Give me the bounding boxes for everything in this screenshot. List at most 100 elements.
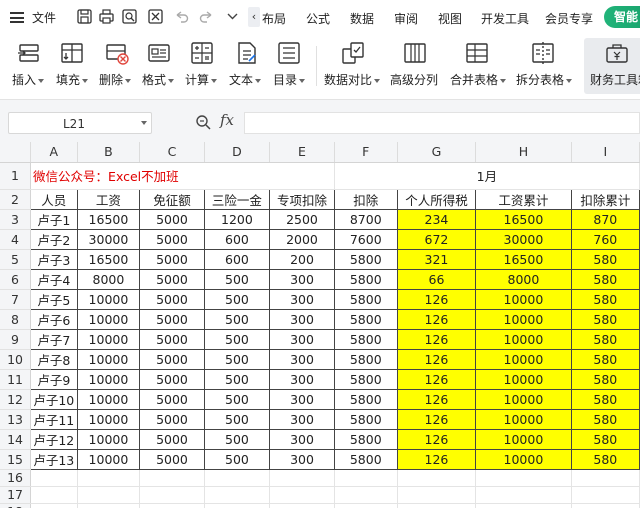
table-cell[interactable]: 5000 (139, 268, 205, 290)
table-cell[interactable]: 300 (269, 348, 335, 370)
table-cell[interactable]: 580 (570, 368, 640, 390)
row-header[interactable]: 12 (0, 389, 32, 410)
header-cell[interactable]: 工资累计 (475, 188, 572, 210)
month-label-cell[interactable]: 1月 (334, 162, 640, 190)
table-cell[interactable]: 5000 (139, 248, 205, 270)
header-cell[interactable]: 扣除 (333, 188, 398, 210)
undo-icon[interactable] (173, 8, 190, 25)
table-cell[interactable]: 卢子1 (30, 208, 78, 230)
row-header[interactable]: 13 (0, 409, 32, 430)
empty-cell[interactable] (30, 486, 78, 504)
table-cell[interactable]: 5800 (333, 448, 398, 470)
row-header[interactable]: 9 (0, 329, 32, 350)
table-cell[interactable]: 10000 (475, 408, 572, 430)
table-cell[interactable]: 卢子11 (30, 408, 78, 430)
data-compare-button[interactable]: 数据对比 (324, 38, 382, 88)
table-cell[interactable]: 500 (203, 348, 271, 370)
delete-button[interactable]: 删除 (98, 38, 138, 88)
table-cell[interactable]: 500 (203, 388, 271, 410)
empty-cell[interactable] (139, 486, 205, 504)
table-cell[interactable]: 200 (269, 248, 335, 270)
table-cell[interactable]: 卢子5 (30, 288, 78, 310)
tab-formula[interactable]: 公式 (306, 10, 350, 27)
empty-cell[interactable] (139, 469, 205, 487)
table-cell[interactable]: 600 (203, 228, 271, 250)
table-cell[interactable]: 5800 (333, 428, 398, 450)
table-cell[interactable]: 卢子9 (30, 368, 78, 390)
empty-cell[interactable] (30, 469, 78, 487)
row-header[interactable]: 15 (0, 449, 32, 470)
table-cell[interactable]: 卢子8 (30, 348, 78, 370)
table-cell[interactable]: 10000 (475, 288, 572, 310)
tabs-scroll-left-icon[interactable]: ‹ (248, 7, 260, 27)
smart-button[interactable]: 智能 (604, 6, 640, 28)
empty-cell[interactable] (571, 503, 640, 508)
column-header-c[interactable]: C (139, 142, 205, 163)
table-cell[interactable]: 580 (570, 328, 640, 350)
header-cell[interactable]: 人员 (30, 188, 78, 210)
table-cell[interactable]: 5000 (139, 208, 205, 230)
table-cell[interactable]: 10000 (475, 308, 572, 330)
table-cell[interactable]: 672 (396, 228, 477, 250)
table-cell[interactable]: 5800 (333, 348, 398, 370)
table-cell[interactable]: 卢子10 (30, 388, 78, 410)
row-header[interactable]: 18 (0, 503, 32, 508)
table-cell[interactable]: 580 (570, 268, 640, 290)
save-icon[interactable] (76, 8, 93, 25)
row-header[interactable]: 2 (0, 189, 32, 210)
row-header[interactable]: 17 (0, 486, 32, 504)
tab-member[interactable]: 会员专享 (545, 10, 601, 27)
row-header[interactable]: 8 (0, 309, 32, 330)
row-header[interactable]: 1 (0, 162, 32, 190)
empty-cell[interactable] (269, 469, 335, 487)
table-cell[interactable]: 10000 (475, 348, 572, 370)
split-table-button[interactable]: 拆分表格 (516, 38, 574, 88)
table-cell[interactable]: 126 (396, 448, 477, 470)
table-cell[interactable]: 5000 (139, 328, 205, 350)
customize-toolbar-icon[interactable] (224, 8, 241, 25)
table-cell[interactable]: 580 (570, 288, 640, 310)
table-cell[interactable]: 10000 (76, 448, 141, 470)
table-cell[interactable]: 2000 (269, 228, 335, 250)
table-cell[interactable]: 300 (269, 428, 335, 450)
header-cell[interactable]: 免征额 (139, 188, 205, 210)
table-cell[interactable]: 126 (396, 368, 477, 390)
empty-cell[interactable] (475, 486, 572, 504)
table-cell[interactable]: 10000 (76, 328, 141, 350)
table-cell[interactable]: 1200 (203, 208, 271, 230)
table-cell[interactable]: 卢子2 (30, 228, 78, 250)
table-cell[interactable]: 600 (203, 248, 271, 270)
table-cell[interactable]: 500 (203, 408, 271, 430)
empty-cell[interactable] (204, 486, 271, 504)
table-cell[interactable]: 30000 (475, 228, 572, 250)
table-cell[interactable]: 126 (396, 348, 477, 370)
table-cell[interactable]: 5800 (333, 248, 398, 270)
table-cell[interactable]: 5000 (139, 348, 205, 370)
table-cell[interactable]: 126 (396, 388, 477, 410)
tab-view[interactable]: 视图 (438, 10, 481, 27)
table-cell[interactable]: 580 (570, 248, 640, 270)
header-cell[interactable]: 三险一金 (203, 188, 271, 210)
table-cell[interactable]: 126 (396, 308, 477, 330)
table-cell[interactable]: 16500 (475, 208, 572, 230)
print-preview-icon[interactable] (98, 8, 115, 25)
empty-cell[interactable] (334, 503, 398, 508)
header-cell[interactable]: 专项扣除 (269, 188, 335, 210)
insert-button[interactable]: 插入 (10, 38, 50, 88)
empty-cell[interactable] (334, 469, 398, 487)
table-cell[interactable]: 16500 (475, 248, 572, 270)
table-cell[interactable]: 5800 (333, 328, 398, 350)
empty-cell[interactable] (269, 486, 335, 504)
column-header-e[interactable]: E (269, 142, 335, 163)
empty-cell[interactable] (397, 503, 477, 508)
row-header[interactable]: 11 (0, 369, 32, 390)
table-cell[interactable]: 580 (570, 428, 640, 450)
print-icon[interactable] (121, 8, 138, 25)
table-cell[interactable]: 卢子7 (30, 328, 78, 350)
select-all-corner[interactable] (0, 142, 32, 163)
table-cell[interactable]: 5000 (139, 448, 205, 470)
table-cell[interactable]: 5000 (139, 408, 205, 430)
table-cell[interactable]: 10000 (76, 428, 141, 450)
table-cell[interactable]: 500 (203, 428, 271, 450)
file-menu[interactable]: 文件 (10, 9, 56, 26)
